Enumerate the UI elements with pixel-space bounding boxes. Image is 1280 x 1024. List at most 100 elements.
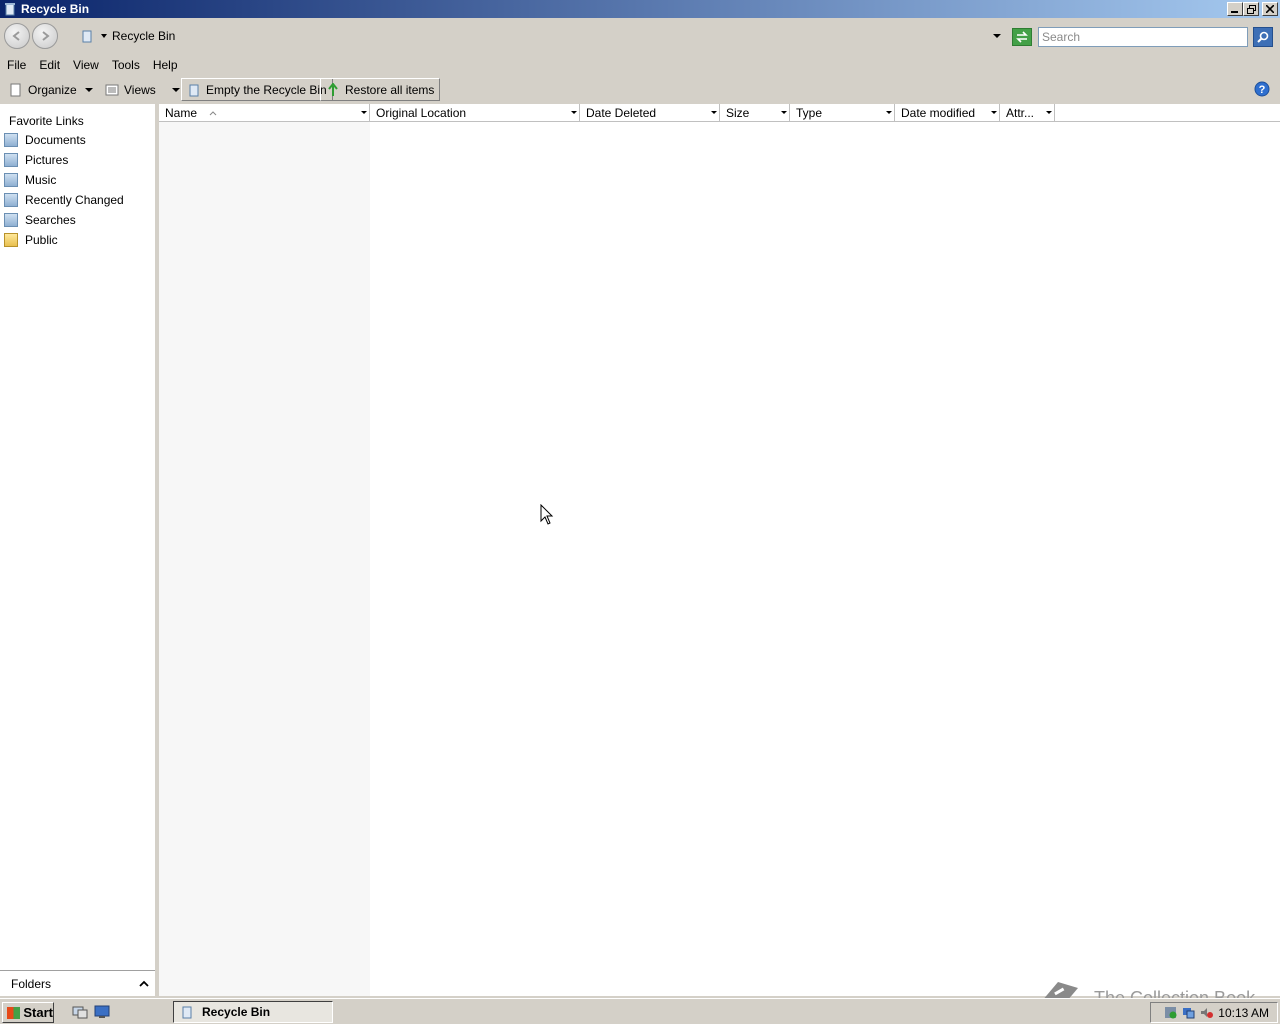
- taskbar-item-recycle-bin[interactable]: Recycle Bin: [173, 1001, 333, 1023]
- chevron-down-icon: [84, 87, 93, 92]
- menu-edit[interactable]: Edit: [32, 58, 66, 72]
- nav-item-pictures[interactable]: Pictures: [0, 150, 155, 170]
- nav-item-label: Music: [25, 173, 57, 187]
- network-icon[interactable]: [1182, 1006, 1195, 1019]
- recycle-bin-icon: [182, 1006, 192, 1019]
- nav-item-public[interactable]: Public: [0, 230, 155, 250]
- file-list: Name Original Location Date Deleted Size…: [159, 104, 1280, 996]
- start-button[interactable]: Start: [2, 1002, 54, 1023]
- column-label: Attr...: [1006, 106, 1035, 120]
- close-button[interactable]: [1262, 2, 1278, 16]
- volume-muted-icon[interactable]: [1200, 1006, 1214, 1019]
- address-location: Recycle Bin: [112, 29, 176, 43]
- navigation-pane: Favorite Links Documents Pictures Music …: [0, 104, 155, 970]
- search-icon: [1257, 31, 1269, 43]
- music-icon: [4, 173, 18, 187]
- mouse-cursor-icon: [540, 504, 554, 525]
- menu-bar: File Edit View Tools Help: [0, 56, 1280, 74]
- refresh-button[interactable]: [1012, 28, 1032, 46]
- column-size[interactable]: Size: [720, 104, 790, 122]
- system-tray: 10:13 AM: [1150, 1002, 1278, 1023]
- restore-icon: [1246, 4, 1256, 14]
- column-dropdown-icon[interactable]: [886, 111, 892, 114]
- folder-icon: [4, 233, 18, 247]
- column-label: Date Deleted: [586, 106, 657, 120]
- restore-all-items-button[interactable]: Restore all items: [320, 78, 441, 101]
- server-manager-icon[interactable]: [94, 1005, 110, 1019]
- nav-item-recently-changed[interactable]: Recently Changed: [0, 190, 155, 210]
- column-dropdown-icon[interactable]: [781, 111, 787, 114]
- favorite-links-header: Favorite Links: [9, 114, 84, 128]
- forward-arrow-icon: [42, 31, 50, 41]
- empty-recycle-bin-button[interactable]: Empty the Recycle Bin: [181, 78, 333, 101]
- organize-icon: [10, 83, 21, 96]
- recycle-bin-icon: [82, 30, 92, 43]
- command-bar: Organize Views Empty the Recycle Bin Res…: [0, 74, 1280, 104]
- nav-item-label: Recently Changed: [25, 193, 124, 207]
- nav-item-label: Public: [25, 233, 58, 247]
- sorted-column-highlight: [159, 122, 370, 996]
- column-dropdown-icon[interactable]: [571, 111, 577, 114]
- taskbar-item-label: Recycle Bin: [202, 1005, 271, 1019]
- documents-icon: [4, 133, 18, 147]
- restore-all-items-label: Restore all items: [345, 82, 435, 97]
- menu-view[interactable]: View: [66, 58, 105, 72]
- column-label: Name: [165, 106, 198, 120]
- forward-button[interactable]: [32, 23, 58, 49]
- nav-item-music[interactable]: Music: [0, 170, 155, 190]
- search-button[interactable]: [1253, 27, 1273, 47]
- help-icon[interactable]: ?: [1254, 81, 1270, 97]
- address-row: Recycle Bin Search: [0, 18, 1280, 56]
- restore-button[interactable]: [1243, 2, 1259, 16]
- clock[interactable]: 10:13 AM: [1218, 1006, 1269, 1020]
- nav-item-label: Searches: [25, 213, 76, 227]
- folders-toggle[interactable]: Folders: [0, 970, 155, 996]
- empty-recycle-bin-label: Empty the Recycle Bin: [206, 82, 327, 97]
- menu-tools[interactable]: Tools: [105, 58, 146, 72]
- address-bar[interactable]: Recycle Bin: [76, 25, 1006, 47]
- column-dropdown-icon[interactable]: [711, 111, 717, 114]
- column-date-deleted[interactable]: Date Deleted: [580, 104, 720, 122]
- close-icon: [1266, 5, 1274, 13]
- menu-help[interactable]: Help: [146, 58, 184, 72]
- restore-arrow-icon: [328, 82, 338, 96]
- column-date-modified[interactable]: Date modified: [895, 104, 1000, 122]
- searches-icon: [4, 213, 18, 227]
- recycle-bin-icon: [5, 3, 15, 16]
- column-dropdown-icon[interactable]: [361, 111, 367, 114]
- column-type[interactable]: Type: [790, 104, 895, 122]
- back-button[interactable]: [4, 23, 30, 49]
- column-label: Date modified: [901, 106, 976, 120]
- column-header-row: Name Original Location Date Deleted Size…: [159, 104, 1280, 122]
- menu-file[interactable]: File: [0, 58, 32, 72]
- window-title: Recycle Bin: [21, 2, 90, 16]
- windows-logo-icon: [7, 1006, 21, 1019]
- organize-button[interactable]: Organize: [4, 78, 98, 101]
- views-label: Views: [124, 82, 156, 97]
- show-desktop-icon[interactable]: [72, 1005, 88, 1019]
- column-name[interactable]: Name: [159, 104, 370, 122]
- views-button[interactable]: Views: [100, 78, 185, 101]
- column-label: Size: [726, 106, 750, 120]
- refresh-icon: [1016, 31, 1028, 43]
- nav-item-documents[interactable]: Documents: [0, 130, 155, 150]
- organize-label: Organize: [28, 82, 77, 97]
- column-attributes[interactable]: Attr...: [1000, 104, 1055, 122]
- security-shield-icon[interactable]: [1164, 1006, 1177, 1019]
- chevron-down-icon: [171, 87, 180, 92]
- search-input[interactable]: Search: [1038, 27, 1248, 47]
- breadcrumb-chevron-icon[interactable]: [100, 33, 108, 39]
- back-arrow-icon: [12, 31, 20, 41]
- search-placeholder: Search: [1042, 30, 1081, 44]
- address-history-dropdown-icon[interactable]: [992, 33, 1002, 39]
- column-label: Type: [796, 106, 823, 120]
- column-dropdown-icon[interactable]: [1046, 111, 1052, 114]
- taskbar: Start Recycle Bin 10:13 AM: [0, 998, 1280, 1024]
- nav-item-searches[interactable]: Searches: [0, 210, 155, 230]
- chevron-up-icon: [139, 980, 149, 987]
- sort-ascending-icon: [209, 110, 217, 115]
- minimize-button[interactable]: [1227, 2, 1243, 16]
- column-original-location[interactable]: Original Location: [370, 104, 580, 122]
- column-dropdown-icon[interactable]: [991, 111, 997, 114]
- views-icon: [105, 84, 119, 95]
